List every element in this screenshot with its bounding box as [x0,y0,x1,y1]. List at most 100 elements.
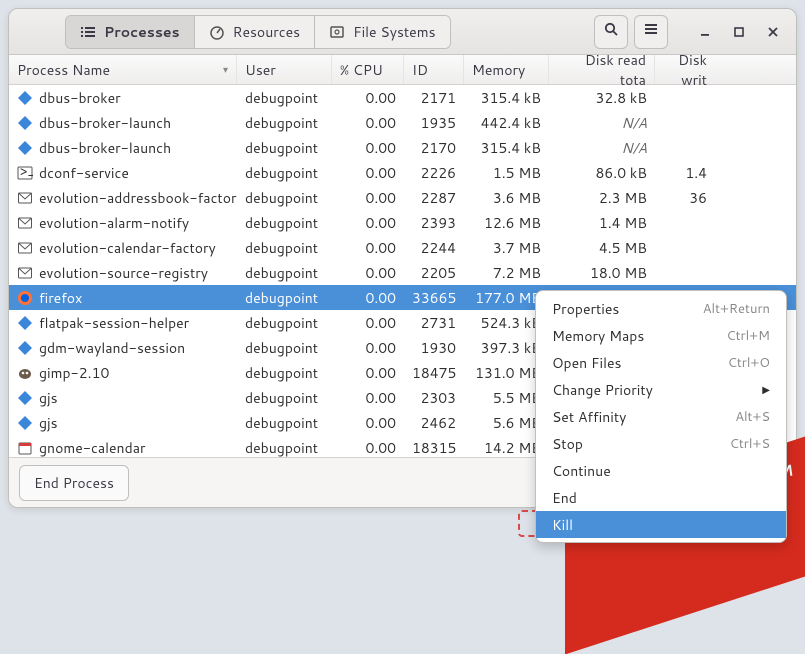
cell-disk-write: 1.4 [655,163,715,183]
process-icon [17,365,33,381]
tab-filesystems[interactable]: File Systems [315,16,449,48]
cell-name: firefox [9,288,237,308]
column-header-cpu[interactable]: % CPU [332,55,404,84]
process-name: gnome-calendar [39,438,146,458]
cell-user: debugpoint [237,288,332,308]
col-label: % CPU [340,60,383,80]
menu-item-properties[interactable]: Properties Alt+Return [536,295,786,322]
process-name: gjs [39,413,58,433]
process-icon [17,265,33,281]
search-button[interactable] [594,15,628,49]
menu-item-open-files[interactable]: Open Files Ctrl+O [536,349,786,376]
process-name: evolution-alarm-notify [39,213,189,233]
process-icon [17,415,33,431]
menu-item-continue[interactable]: Continue [536,457,786,484]
cell-user: debugpoint [237,413,332,433]
menu-accel: Ctrl+S [730,435,770,453]
process-name: evolution-addressbook-factory [39,188,237,208]
minimize-button[interactable] [688,10,722,54]
cell-memory: 442.4 kB [464,113,549,133]
cell-id: 18315 [404,438,464,458]
cell-cpu: 0.00 [332,413,404,433]
menu-item-stop[interactable]: Stop Ctrl+S [536,430,786,457]
cell-disk-read: 32.8 kB [549,88,655,108]
process-icon [17,340,33,356]
col-label: Memory [472,60,525,80]
maximize-button[interactable] [722,10,756,54]
col-label: User [245,60,276,80]
process-name: dbus-broker-launch [39,113,171,133]
col-label: Disk read tota [557,55,646,90]
table-row[interactable]: dbus-broker-launchdebugpoint0.002170315.… [9,135,796,160]
cell-cpu: 0.00 [332,363,404,383]
menu-item-end[interactable]: End [536,484,786,511]
cell-id: 1935 [404,113,464,133]
process-icon: >_ [17,165,33,181]
cell-user: debugpoint [237,313,332,333]
column-header-user[interactable]: User [237,55,332,84]
cell-id: 2205 [404,263,464,283]
cell-disk-read: 4.5 MB [549,238,655,258]
cell-user: debugpoint [237,263,332,283]
process-name: gimp-2.10 [39,363,109,383]
menu-item-kill[interactable]: Kill [536,511,786,538]
menu-label: Memory Maps [552,326,644,346]
process-icon [17,140,33,156]
cell-cpu: 0.00 [332,138,404,158]
cell-cpu: 0.00 [332,338,404,358]
process-name: gjs [39,388,58,408]
headerbar: Processes Resources File Systems [9,9,796,55]
column-header-name[interactable]: Process Name ▾ [9,55,237,84]
process-icon [17,390,33,406]
process-context-menu: Properties Alt+Return Memory Maps Ctrl+M… [535,290,787,543]
menu-label: End [552,488,577,508]
tab-processes[interactable]: Processes [66,16,195,48]
cell-name: evolution-calendar-factory [9,238,237,258]
cell-user: debugpoint [237,113,332,133]
tab-resources[interactable]: Resources [195,16,315,48]
menu-item-change-priority[interactable]: Change Priority ▶ [536,376,786,403]
cell-name: dbus-broker [9,88,237,108]
cell-id: 2393 [404,213,464,233]
col-label: Process Name [17,60,110,80]
menu-item-memory-maps[interactable]: Memory Maps Ctrl+M [536,322,786,349]
table-row[interactable]: evolution-addressbook-factorydebugpoint0… [9,185,796,210]
process-name: dbus-broker-launch [39,138,171,158]
column-headers: Process Name ▾ User % CPU ID Memory Disk… [9,55,796,85]
cell-disk-read: N/A [549,138,655,158]
table-row[interactable]: dbus-broker-launchdebugpoint0.001935442.… [9,110,796,135]
cell-memory: 3.6 MB [464,188,549,208]
cell-cpu: 0.00 [332,388,404,408]
cell-name: gimp-2.10 [9,363,237,383]
process-name: evolution-calendar-factory [39,238,216,258]
column-header-disk-write[interactable]: Disk writ [655,55,715,84]
column-header-memory[interactable]: Memory [464,55,549,84]
process-name: evolution-source-registry [39,263,208,283]
cell-user: debugpoint [237,188,332,208]
button-label: End Process [34,473,114,493]
column-header-id[interactable]: ID [404,55,464,84]
column-header-disk-read[interactable]: Disk read tota [549,55,655,84]
menu-label: Open Files [552,353,621,373]
cell-name: flatpak-session-helper [9,313,237,333]
cell-id: 2244 [404,238,464,258]
menu-item-set-affinity[interactable]: Set Affinity Alt+S [536,403,786,430]
cell-name: dbus-broker-launch [9,138,237,158]
close-button[interactable] [756,10,790,54]
table-row[interactable]: evolution-calendar-factorydebugpoint0.00… [9,235,796,260]
table-row[interactable]: >_dconf-servicedebugpoint0.0022261.5 MB8… [9,160,796,185]
end-process-button[interactable]: End Process [19,465,129,501]
table-row[interactable]: evolution-source-registrydebugpoint0.002… [9,260,796,285]
cell-name: evolution-source-registry [9,263,237,283]
cell-cpu: 0.00 [332,313,404,333]
cell-user: debugpoint [237,438,332,458]
cell-user: debugpoint [237,213,332,233]
table-row[interactable]: evolution-alarm-notifydebugpoint0.002393… [9,210,796,235]
menu-button[interactable] [634,15,668,49]
list-icon [80,24,96,40]
process-icon [17,90,33,106]
cell-memory: 1.5 MB [464,163,549,183]
menu-accel: Ctrl+M [726,327,770,345]
menu-accel: Alt+S [735,408,770,426]
cell-user: debugpoint [237,388,332,408]
